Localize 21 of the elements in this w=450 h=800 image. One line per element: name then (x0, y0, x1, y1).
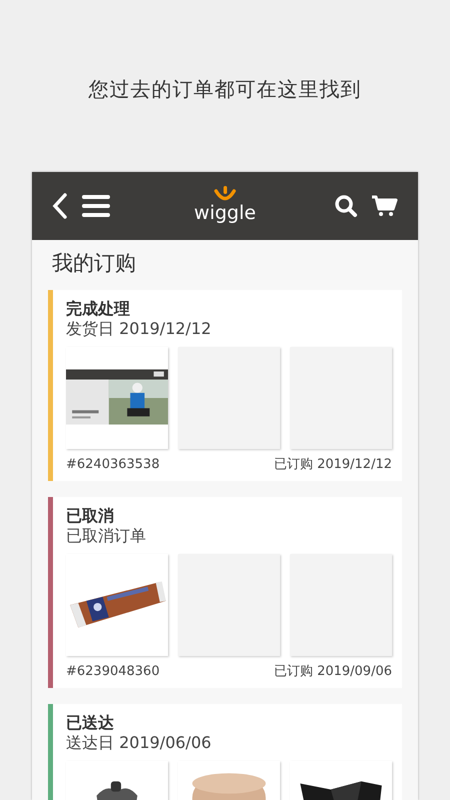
order-detail: 发货日 2019/12/12 (66, 319, 212, 338)
order-status: 已送达 (66, 713, 114, 732)
order-card[interactable]: 完成处理 发货日 2019/12/12 #6240363538 已订购 2019/12/12 (48, 290, 402, 481)
page-title: 我的订购 (52, 251, 136, 275)
logo-text[interactable]: wiggle (194, 203, 256, 223)
menu-icon[interactable] (82, 194, 110, 218)
back-icon[interactable] (52, 193, 68, 219)
order-date: 已订购 2019/12/12 (274, 457, 392, 473)
smile-icon (214, 186, 236, 203)
order-number: #6240363538 (66, 457, 160, 473)
order-card[interactable]: 已取消 已取消订单 #6239048360 已订购 2019/09/06 (48, 497, 402, 688)
search-icon[interactable] (334, 194, 358, 218)
order-detail: 已取消订单 (66, 526, 146, 545)
order-date: 已订购 2019/09/06 (274, 664, 392, 680)
order-status: 完成处理 (66, 299, 130, 318)
order-detail: 送达日 2019/06/06 (66, 733, 212, 752)
order-number: #6239048360 (66, 664, 160, 680)
cart-icon[interactable] (372, 195, 398, 217)
order-card[interactable]: 已送达 送达日 2019/06/06 (48, 704, 402, 800)
caption: 您过去的订单都可在这里找到 (88, 77, 362, 101)
order-status: 已取消 (66, 506, 114, 525)
